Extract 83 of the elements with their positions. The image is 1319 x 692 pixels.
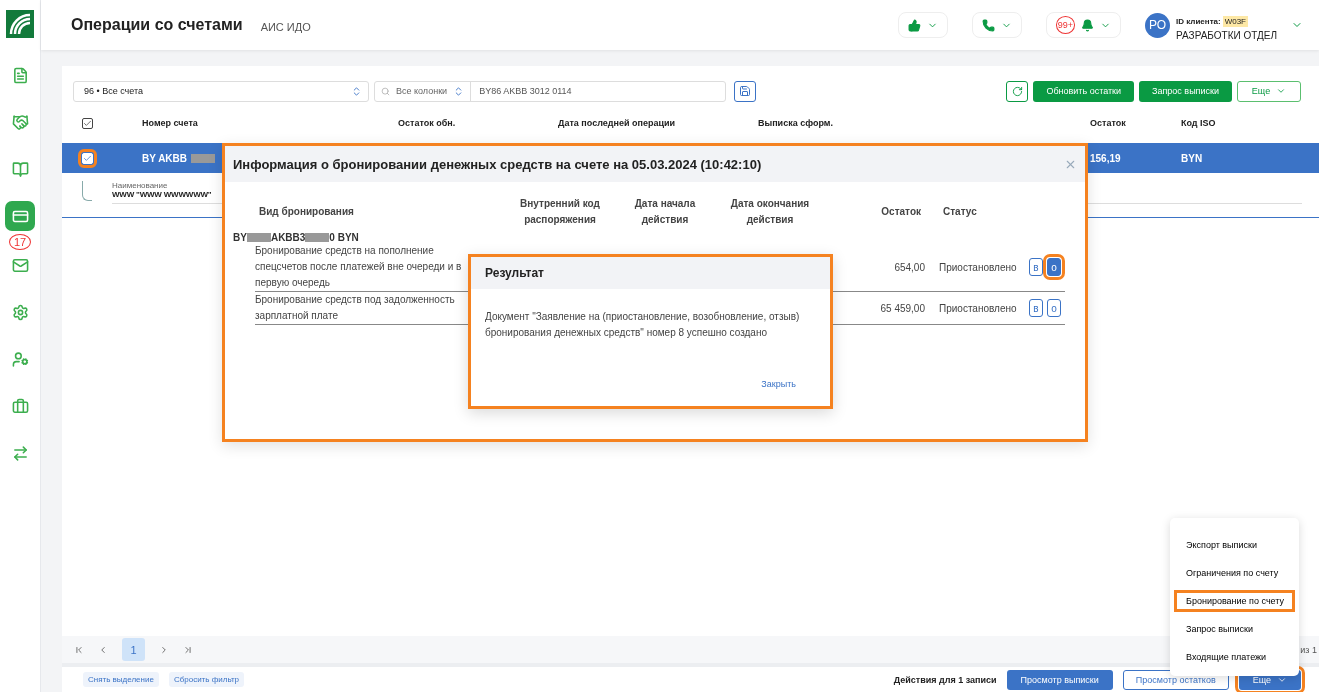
account-number: BY AKBB3 0 BYN: [233, 232, 360, 243]
user-gear-icon: [11, 350, 29, 368]
column-header: Дата начала действия: [633, 197, 697, 227]
search-value: BY86 AKBB 3012 0114: [478, 86, 572, 96]
account-number: BY AKBB: [142, 152, 216, 164]
refresh-icon: [1011, 85, 1023, 97]
refresh-button[interactable]: [1006, 80, 1029, 102]
column-header: Дата окончания действия: [729, 197, 811, 227]
actions-label: Действия для 1 записи: [893, 674, 997, 685]
column-header: Код ISO: [1181, 118, 1217, 128]
next-page-icon[interactable]: [159, 644, 169, 655]
search-field[interactable]: Все колонки BY86 AKBB 3012 0114: [374, 80, 726, 102]
client-id-label: ID клиента:: [1176, 16, 1221, 26]
account-filter-select[interactable]: 96 • Все счета: [73, 80, 369, 102]
reservation-status: Приостановлено: [938, 261, 1015, 273]
feedback-button[interactable]: [897, 12, 948, 38]
page-number[interactable]: 1: [122, 638, 145, 661]
column-header: Остаток: [880, 205, 922, 219]
close-link[interactable]: Закрыть: [755, 378, 802, 390]
column-header: Номер счета: [142, 118, 199, 128]
reservation-balance: 654,00: [893, 261, 925, 273]
column-header: Статус: [942, 205, 978, 219]
settings-icon: [11, 303, 29, 321]
organization-name: РАЗРАБОТКИ ОТДЕЛ: [1176, 29, 1277, 41]
save-icon: [739, 85, 751, 97]
column-header: Остаток обн.: [398, 118, 457, 128]
toolbar-button[interactable]: Запрос выписки: [1139, 80, 1232, 102]
reservation-status: Приостановлено: [938, 302, 1015, 314]
select-all-checkbox[interactable]: [82, 117, 93, 129]
modal-title: Информация о бронировании денежных средств на счете на 05.03.2024 (10:42:10): [233, 156, 762, 172]
reservation-type: Бронирование средств под задолженность зарплатной плате: [255, 293, 456, 323]
account-name: WWW "WWW WWWWWW": [112, 190, 213, 199]
thumbs-up-icon: [907, 18, 921, 32]
client-id-tag: W03F: [1222, 15, 1248, 27]
user-avatar[interactable]: РО: [1145, 12, 1171, 38]
phone-icon: [981, 18, 995, 32]
check-icon: [83, 153, 92, 163]
footer-link-button[interactable]: Снять выделение: [83, 672, 159, 687]
previous-page-icon[interactable]: [98, 644, 108, 655]
column-header: Внутренний код распоряжения: [519, 197, 601, 227]
column-header: Дата последней операции: [558, 118, 676, 128]
phone-button[interactable]: [971, 12, 1022, 38]
dialog-title: Результат: [485, 266, 544, 280]
page-title: Операции со счетами: [71, 16, 243, 34]
system-name: АИС ИДО: [260, 20, 311, 33]
bank-logo: [6, 10, 34, 38]
handshake-icon: [11, 113, 29, 131]
unread-badge: 17: [8, 234, 32, 250]
transfer-arrows-icon: [11, 444, 29, 462]
save-button[interactable]: [734, 80, 756, 102]
sidebar-item[interactable]: [5, 201, 35, 231]
toolbar-button[interactable]: Обновить остатки: [1033, 80, 1135, 102]
reservation-balance: 65 459,00: [879, 302, 925, 314]
tree-connector: [82, 181, 92, 201]
action-button[interactable]: в: [1029, 258, 1043, 276]
first-page-icon[interactable]: [74, 644, 84, 655]
action-button[interactable]: в: [1029, 299, 1043, 317]
last-page-icon[interactable]: [183, 644, 193, 655]
action-button[interactable]: о: [1047, 299, 1061, 317]
bell-icon: [1081, 18, 1095, 32]
search-scope: Все колонки: [396, 86, 448, 96]
notifications-button[interactable]: 99+: [1045, 12, 1122, 38]
reservation-type: Бронирование средств на пополнение спецсчетов после платежей вне очереди и в первую очередь: [255, 244, 463, 290]
document-icon: [11, 66, 29, 84]
column-header: Вид бронирования: [258, 205, 355, 219]
chevron-down-icon: [1276, 86, 1287, 96]
menu-item[interactable]: Бронирование по счету: [1174, 590, 1295, 612]
field-label: Наименование: [112, 181, 169, 190]
column-header: Выписка сформ.: [758, 118, 834, 128]
more-button[interactable]: Еще: [1237, 80, 1301, 102]
mail-icon: [11, 256, 29, 274]
search-icon: [381, 86, 390, 96]
footer-link-button[interactable]: Сбросить фильтр: [168, 672, 245, 687]
view-statement-button[interactable]: Просмотр выписки: [1006, 669, 1113, 690]
page-total: из 1: [1300, 644, 1317, 655]
briefcase-icon: [11, 397, 29, 415]
column-header: Остаток: [1090, 118, 1127, 128]
currency-code: BYN: [1181, 152, 1204, 164]
book-icon: [11, 160, 29, 178]
dialog-message: Документ "Заявление на (приостановление, возобновление, отзыв) бронирования денежных средств" номер 8 успешно создано: [484, 310, 801, 340]
check-icon: [83, 118, 92, 128]
account-balance: 156,19: [1090, 152, 1122, 164]
sort-arrows-icon: [351, 85, 362, 97]
